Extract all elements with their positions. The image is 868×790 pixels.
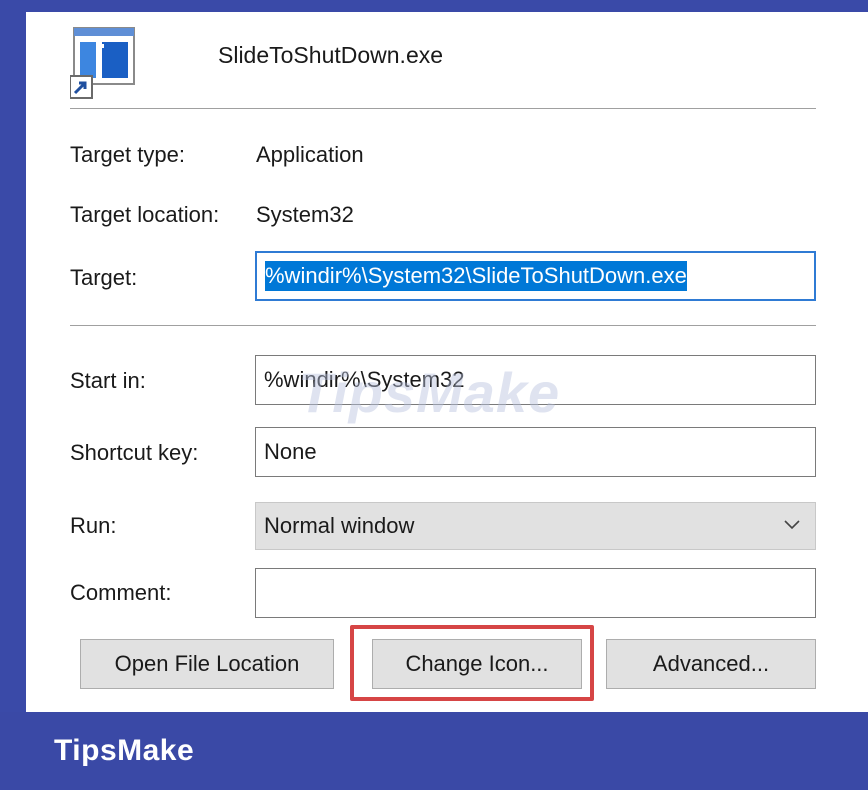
- comment-label: Comment:: [70, 580, 172, 605]
- footer-bar: TipsMake: [0, 712, 868, 790]
- run-value: Normal window: [264, 513, 415, 538]
- shortcut-key-label: Shortcut key:: [70, 440, 199, 465]
- start-in-label: Start in:: [70, 368, 146, 393]
- start-in-field[interactable]: %windir%\System32: [255, 355, 816, 405]
- target-value: %windir%\System32\SlideToShutDown.exe: [265, 261, 687, 291]
- target-field[interactable]: %windir%\System32\SlideToShutDown.exe: [255, 251, 816, 301]
- open-file-location-button[interactable]: Open File Location: [80, 639, 334, 689]
- shortcut-key-field[interactable]: None: [255, 427, 816, 477]
- change-icon-highlight: [350, 625, 594, 701]
- run-label: Run:: [70, 513, 117, 538]
- target-location-value: System32: [256, 202, 354, 227]
- chevron-down-icon: [784, 520, 800, 530]
- target-type-label: Target type:: [70, 142, 185, 167]
- frame-left: [0, 0, 26, 712]
- separator: [70, 108, 816, 109]
- footer-brand: TipsMake: [54, 734, 195, 767]
- shortcut-properties-panel: SlideToShutDown.exe Target type: Applica…: [26, 12, 868, 712]
- comment-field[interactable]: [255, 568, 816, 618]
- target-location-label: Target location:: [70, 202, 220, 227]
- shortcut-app-icon: [70, 27, 135, 99]
- file-name: SlideToShutDown.exe: [218, 42, 444, 68]
- target-type-value: Application: [256, 142, 364, 167]
- target-label: Target:: [70, 265, 138, 290]
- frame-top: [0, 0, 868, 12]
- advanced-button[interactable]: Advanced...: [606, 639, 816, 689]
- shortcut-key-value: None: [264, 439, 317, 464]
- separator: [70, 325, 816, 326]
- run-select[interactable]: Normal window: [255, 502, 816, 550]
- start-in-value: %windir%\System32: [264, 367, 465, 392]
